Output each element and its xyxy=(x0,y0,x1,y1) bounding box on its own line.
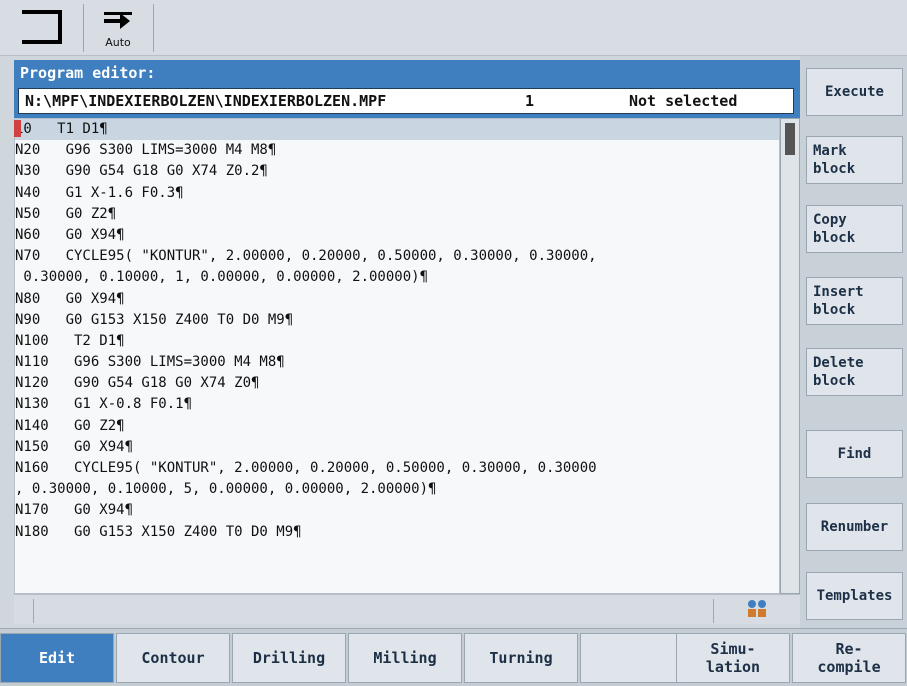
code-line[interactable]: N120 G90 G54 G18 G0 X74 Z0¶ xyxy=(15,373,779,394)
code-line[interactable]: N180 G0 G153 X150 Z400 T0 D0 M9¶ xyxy=(15,522,779,543)
editor-title: Program editor: xyxy=(20,64,156,82)
tab-milling[interactable]: Milling xyxy=(348,633,462,683)
find-button[interactable]: Find xyxy=(806,430,903,478)
copy-block-button[interactable]: Copy block xyxy=(806,205,903,253)
templates-label: Templates xyxy=(816,588,893,604)
code-line[interactable]: N130 G1 X-0.8 F0.1¶ xyxy=(15,394,779,415)
selection-status: Not selected xyxy=(629,92,738,110)
renumber-label: Renumber xyxy=(820,519,889,535)
program-path: N:\MPF\INDEXIERBOLZEN\INDEXIERBOLZEN.MPF xyxy=(25,92,387,110)
code-line[interactable]: N150 G0 X94¶ xyxy=(15,437,779,458)
return-button[interactable] xyxy=(0,4,84,52)
status-cell xyxy=(34,599,714,623)
status-cell xyxy=(14,599,34,623)
code-line[interactable]: , 0.30000, 0.10000, 5, 0.00000, 0.00000,… xyxy=(15,479,779,500)
tab-simulation[interactable]: Simu- lation xyxy=(676,633,790,683)
code-line[interactable]: N160 CYCLE95( "KONTUR", 2.00000, 0.20000… xyxy=(15,458,779,479)
status-row xyxy=(14,594,800,624)
tab-contour[interactable]: Contour xyxy=(116,633,230,683)
renumber-button[interactable]: Renumber xyxy=(806,503,903,551)
insert-block-button[interactable]: Insert block xyxy=(806,277,903,325)
execute-label: Execute xyxy=(824,84,884,100)
mark-block-label: Mark block xyxy=(813,143,856,177)
execute-button[interactable]: Execute xyxy=(806,68,903,116)
code-line[interactable]: N70 CYCLE95( "KONTUR", 2.00000, 0.20000,… xyxy=(15,246,779,267)
scrollbar-thumb[interactable] xyxy=(785,123,795,155)
code-line[interactable]: N30 G90 G54 G18 G0 X74 Z0.2¶ xyxy=(15,161,779,182)
delete-block-label: Delete block xyxy=(813,355,864,389)
code-line[interactable]: N100 T2 D1¶ xyxy=(15,331,779,352)
code-line[interactable]: N90 G0 G153 X150 Z400 T0 D0 M9¶ xyxy=(15,310,779,331)
templates-button[interactable]: Templates xyxy=(806,572,903,620)
cursor-marker-icon xyxy=(14,120,21,137)
code-line[interactable]: 10 T1 D1¶ xyxy=(15,119,779,141)
code-line[interactable]: N80 G0 X94¶ xyxy=(15,289,779,310)
find-label: Find xyxy=(837,446,872,462)
program-path-field: N:\MPF\INDEXIERBOLZEN\INDEXIERBOLZEN.MPF… xyxy=(18,88,794,114)
code-line[interactable]: N110 G96 S300 LIMS=3000 M4 M8¶ xyxy=(15,352,779,373)
insert-block-label: Insert block xyxy=(813,284,864,318)
bottom-softkey-bar: Edit Contour Drilling Milling Turning Si… xyxy=(0,628,907,686)
code-line[interactable]: N20 G96 S300 LIMS=3000 M4 M8¶ xyxy=(15,140,779,161)
auto-mode-label: Auto xyxy=(105,36,131,49)
tab-edit[interactable]: Edit xyxy=(0,633,114,683)
code-line[interactable]: N140 G0 Z2¶ xyxy=(15,416,779,437)
editor-header: Program editor: N:\MPF\INDEXIERBOLZEN\IN… xyxy=(14,60,800,118)
program-code-area[interactable]: 10 T1 D1¶ N20 G96 S300 LIMS=3000 M4 M8¶ … xyxy=(14,118,780,594)
tab-recompile[interactable]: Re- compile xyxy=(792,633,906,683)
return-icon xyxy=(22,10,62,44)
auto-mode-button[interactable]: Auto xyxy=(84,4,154,52)
line-number: 1 xyxy=(525,92,535,110)
code-scrollbar[interactable] xyxy=(780,118,800,594)
code-line[interactable]: 0.30000, 0.10000, 1, 0.00000, 0.00000, 2… xyxy=(15,267,779,288)
mark-block-button[interactable]: Mark block xyxy=(806,136,903,184)
tab-turning[interactable]: Turning xyxy=(464,633,578,683)
auto-mode-icon xyxy=(104,12,132,29)
tab-drilling[interactable]: Drilling xyxy=(232,633,346,683)
code-line[interactable]: N40 G1 X-1.6 F0.3¶ xyxy=(15,183,779,204)
channel-status-icon xyxy=(748,600,766,617)
code-line[interactable]: N170 G0 X94¶ xyxy=(15,500,779,521)
code-line[interactable]: N50 G0 Z2¶ xyxy=(15,204,779,225)
top-toolbar: Auto xyxy=(0,0,907,56)
copy-block-label: Copy block xyxy=(813,212,856,246)
delete-block-button[interactable]: Delete block xyxy=(806,348,903,396)
code-line[interactable]: N60 G0 X94¶ xyxy=(15,225,779,246)
